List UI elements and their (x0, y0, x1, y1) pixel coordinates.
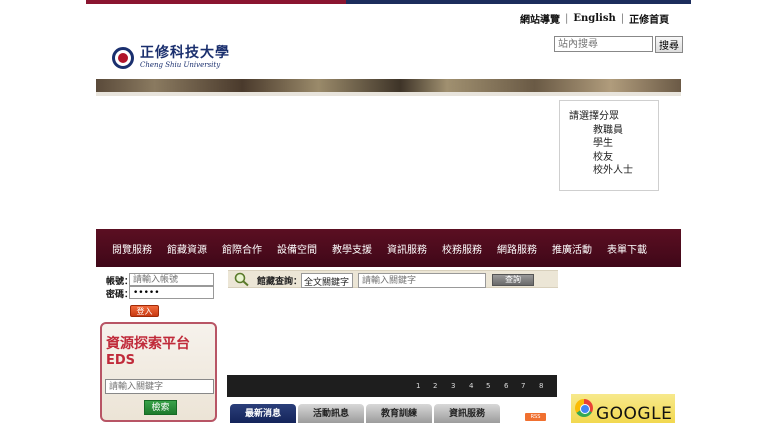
nav-item-information-services[interactable]: 資訊服務 (387, 241, 427, 256)
google-banner-text: GOOGLE (596, 404, 673, 423)
header-links: 網站導覽 | English | 正修首頁 (520, 10, 669, 26)
banner-image (96, 79, 681, 92)
banner-divider (96, 92, 681, 96)
nav-item-circulation[interactable]: 閱覽服務 (112, 241, 152, 256)
site-search-button[interactable]: 搜尋 (655, 36, 683, 53)
eds-search-button[interactable]: 檢索 (144, 400, 177, 415)
slide-page-7[interactable]: 7 (521, 382, 525, 390)
sitemap-link[interactable]: 網站導覽 (520, 11, 560, 26)
catalog-search-label: 館藏查詢： (257, 277, 303, 287)
university-logo[interactable]: 正修科技大學 Cheng Shiu University (112, 46, 230, 69)
catalog-search-button[interactable]: 查詢 (492, 274, 534, 286)
tab-training[interactable]: 教育訓練 (366, 404, 432, 423)
tab-events[interactable]: 活動訊息 (298, 404, 364, 423)
slide-page-5[interactable]: 5 (486, 382, 490, 390)
slide-page-8[interactable]: 8 (539, 382, 543, 390)
nav-item-interlibrary[interactable]: 館際合作 (222, 241, 262, 256)
audience-menu-title: 請選擇分眾 (569, 111, 619, 122)
chrome-icon (575, 399, 593, 417)
google-banner[interactable]: GOOGLE (571, 394, 675, 423)
password-input[interactable] (129, 286, 214, 299)
link-separator: | (565, 12, 569, 24)
site-search-input[interactable] (554, 36, 653, 52)
main-nav: 閱覽服務 館藏資源 館際合作 設備空間 教學支援 資訊服務 校務服務 網路服務 … (96, 229, 681, 267)
magnifier-icon (234, 272, 249, 287)
audience-item-staff[interactable]: 教職員 (569, 124, 658, 138)
nav-item-facilities[interactable]: 設備空間 (277, 241, 317, 256)
catalog-search-bar: 館藏查詢： 全文關鍵字 查詢 (228, 270, 558, 288)
audience-menu: 請選擇分眾 教職員 學生 校友 校外人士 (559, 100, 659, 191)
eds-subtitle: EDS (106, 353, 136, 368)
rss-icon[interactable]: RSS (525, 413, 546, 421)
slide-page-3[interactable]: 3 (451, 382, 455, 390)
eds-panel: 資源探索平台 EDS 檢索 (100, 322, 217, 422)
slide-page-1[interactable]: 1 (416, 382, 420, 390)
nav-item-events[interactable]: 推廣活動 (552, 241, 592, 256)
nav-item-teaching-support[interactable]: 教學支援 (332, 241, 372, 256)
university-emblem-icon (112, 46, 134, 69)
audience-item-alumni[interactable]: 校友 (569, 151, 658, 165)
link-separator: | (620, 12, 625, 24)
nav-item-collections[interactable]: 館藏資源 (167, 241, 207, 256)
slide-page-2[interactable]: 2 (433, 382, 437, 390)
slide-page-4[interactable]: 4 (469, 382, 473, 390)
top-color-bar (86, 0, 691, 4)
tab-latest-news[interactable]: 最新消息 (230, 404, 296, 423)
university-home-link[interactable]: 正修首頁 (629, 11, 669, 26)
nav-item-network-services[interactable]: 網路服務 (497, 241, 537, 256)
nav-item-campus-services[interactable]: 校務服務 (442, 241, 482, 256)
slide-page-6[interactable]: 6 (504, 382, 508, 390)
catalog-field-select[interactable]: 全文關鍵字 (301, 273, 353, 288)
nav-item-forms[interactable]: 表單下載 (607, 241, 647, 256)
eds-title: 資源探索平台 (106, 336, 190, 352)
english-link[interactable]: English (573, 13, 615, 24)
audience-item-visitors[interactable]: 校外人士 (569, 164, 658, 178)
audience-item-students[interactable]: 學生 (569, 137, 658, 151)
eds-search-input[interactable] (105, 379, 214, 394)
logo-title-en: Cheng Shiu University (140, 61, 221, 69)
news-tabs: 最新消息 活動訊息 教育訓練 資訊服務 (230, 404, 502, 423)
news-slider: 1 2 3 4 5 6 7 8 (227, 375, 557, 397)
login-button[interactable]: 登入 (130, 305, 159, 317)
tab-info-services[interactable]: 資訊服務 (434, 404, 500, 423)
logo-title-zh: 正修科技大學 (140, 45, 230, 61)
account-input[interactable] (129, 273, 214, 286)
catalog-search-input[interactable] (358, 273, 486, 288)
